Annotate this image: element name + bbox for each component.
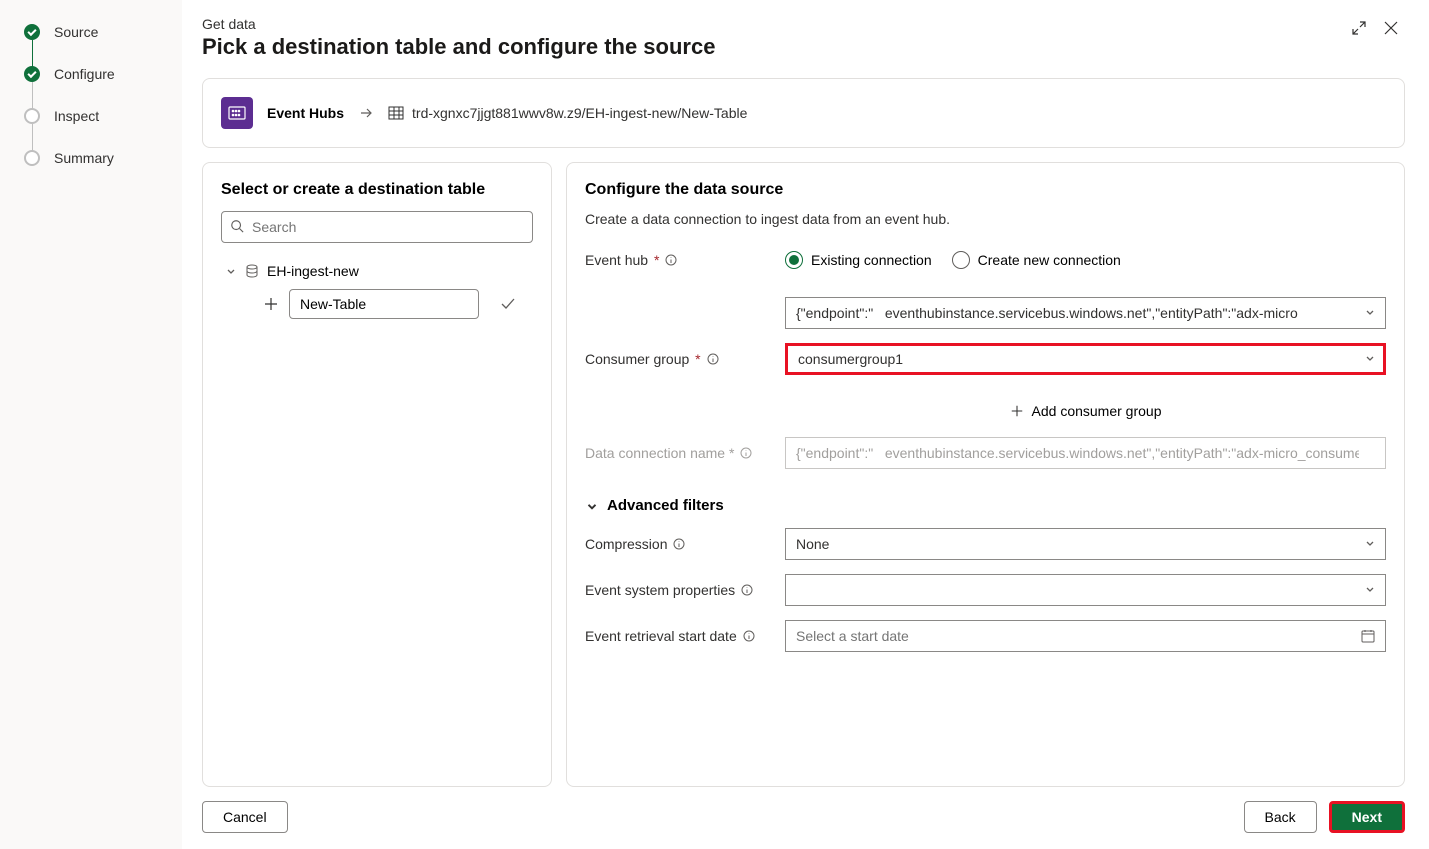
expand-icon[interactable] <box>1351 20 1367 36</box>
new-table-input[interactable] <box>289 289 479 319</box>
step-inspect-status-icon <box>24 108 40 124</box>
radio-unselected-icon <box>952 251 970 269</box>
table-icon <box>388 105 404 121</box>
plus-icon <box>1010 404 1024 418</box>
step-summary-status-icon <box>24 150 40 166</box>
radio-create-connection[interactable]: Create new connection <box>952 251 1121 269</box>
step-label: Configure <box>54 66 115 82</box>
info-icon[interactable] <box>665 254 677 266</box>
step-label: Source <box>54 24 98 40</box>
advanced-filters-toggle[interactable]: Advanced filters <box>585 497 1386 514</box>
header-pretitle: Get data <box>202 16 715 32</box>
step-source-status-icon <box>24 24 40 40</box>
info-icon[interactable] <box>743 630 755 642</box>
connection-name-input[interactable] <box>785 437 1386 469</box>
main-content: Get data Pick a destination table and co… <box>182 0 1429 849</box>
confirm-table-icon[interactable] <box>499 295 517 313</box>
arrow-right-icon <box>358 105 374 121</box>
start-date-label: Event retrieval start date <box>585 628 785 644</box>
database-name: EH-ingest-new <box>267 263 359 279</box>
radio-selected-icon <box>785 251 803 269</box>
configure-source-panel: Configure the data source Create a data … <box>566 162 1405 787</box>
consumer-group-label: Consumer group * <box>585 351 785 367</box>
back-button[interactable]: Back <box>1244 801 1317 833</box>
search-icon <box>230 219 244 233</box>
radio-existing-connection[interactable]: Existing connection <box>785 251 932 269</box>
page-title: Pick a destination table and configure t… <box>202 34 715 60</box>
close-icon[interactable] <box>1383 20 1399 36</box>
destination-table-panel: Select or create a destination table EH-… <box>202 162 552 787</box>
info-icon[interactable] <box>740 447 752 459</box>
step-label: Inspect <box>54 108 99 124</box>
calendar-icon[interactable] <box>1360 628 1376 644</box>
step-inspect[interactable]: Inspect <box>24 108 182 124</box>
step-label: Summary <box>54 150 114 166</box>
system-properties-dropdown[interactable] <box>785 574 1386 606</box>
start-date-input[interactable] <box>785 620 1386 652</box>
info-icon[interactable] <box>707 353 719 365</box>
chevron-down-icon <box>585 499 599 513</box>
next-button[interactable]: Next <box>1329 801 1405 833</box>
database-tree-item[interactable]: EH-ingest-new <box>221 257 533 285</box>
database-icon <box>245 264 259 278</box>
step-summary[interactable]: Summary <box>24 150 182 166</box>
breadcrumb-source: Event Hubs <box>267 105 344 121</box>
info-icon[interactable] <box>741 584 753 596</box>
connection-name-label: Data connection name * <box>585 445 785 461</box>
wizard-stepper: Source Configure Inspect Summary <box>0 0 182 849</box>
breadcrumb-card: Event Hubs trd-xgnxc7jjgt881wwv8w.z9/EH-… <box>202 78 1405 148</box>
step-configure-status-icon <box>24 66 40 82</box>
panel-subtitle: Create a data connection to ingest data … <box>585 211 1386 227</box>
step-source[interactable]: Source <box>24 24 182 40</box>
system-properties-label: Event system properties <box>585 582 785 598</box>
eventhub-connection-dropdown[interactable] <box>785 297 1386 329</box>
search-input[interactable] <box>221 211 533 243</box>
panel-title: Select or create a destination table <box>221 181 533 199</box>
compression-label: Compression <box>585 536 785 552</box>
eventhubs-icon <box>221 97 253 129</box>
compression-dropdown[interactable] <box>785 528 1386 560</box>
consumer-group-dropdown[interactable] <box>785 343 1386 375</box>
breadcrumb-path: trd-xgnxc7jjgt881wwv8w.z9/EH-ingest-new/… <box>412 105 747 121</box>
chevron-down-icon <box>225 265 237 277</box>
eventhub-label: Event hub * <box>585 252 785 268</box>
footer: Cancel Back Next <box>202 801 1405 833</box>
add-consumer-group-link[interactable]: Add consumer group <box>785 403 1386 419</box>
add-table-icon[interactable] <box>263 296 279 312</box>
info-icon[interactable] <box>673 538 685 550</box>
panel-title: Configure the data source <box>585 181 1386 199</box>
step-configure[interactable]: Configure <box>24 66 182 82</box>
cancel-button[interactable]: Cancel <box>202 801 288 833</box>
